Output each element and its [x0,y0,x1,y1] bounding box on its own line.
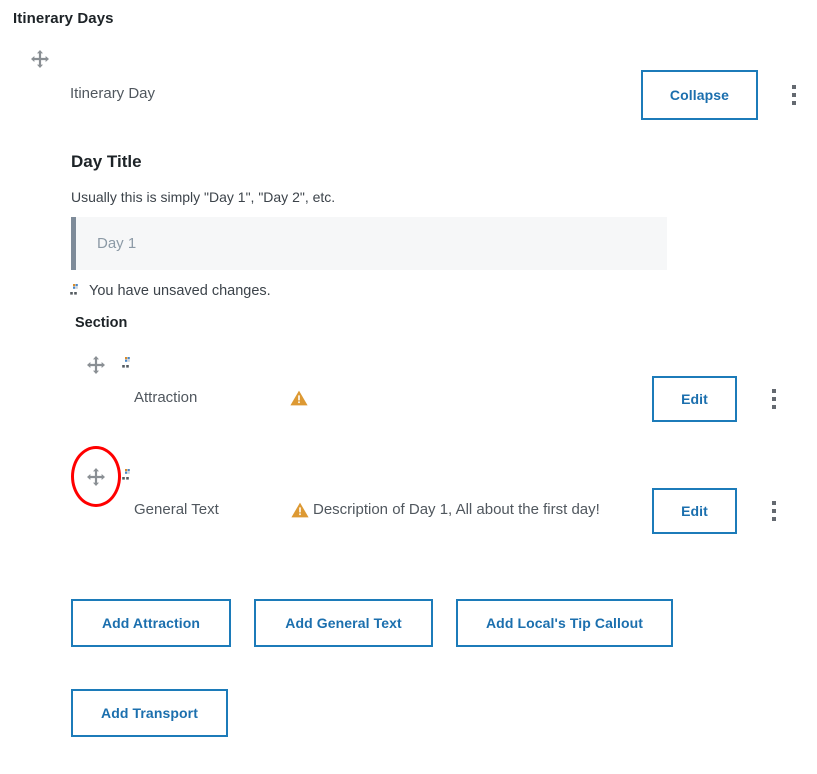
itinerary-day-drag-handle[interactable] [30,49,50,69]
kebab-menu-icon [772,501,776,505]
broken-image-icon [121,468,135,484]
drag-move-icon[interactable] [30,49,50,69]
kebab-menu-icon [772,509,776,513]
section-heading: Section [75,315,128,331]
attraction-drag-handle[interactable] [86,355,106,375]
kebab-menu-icon [792,93,796,97]
general-text-status-icon [121,468,135,489]
day-title-heading: Day Title [71,152,142,171]
drag-move-icon[interactable] [86,355,106,375]
day-title-input-wrapper[interactable] [71,217,667,270]
broken-image-icon [69,283,83,299]
add-locals-tip-callout-button[interactable]: Add Local's Tip Callout [456,599,673,647]
kebab-menu-icon [792,85,796,89]
drag-move-icon[interactable] [86,467,106,487]
attraction-status-icon [121,356,135,377]
attraction-menu-button[interactable] [764,386,784,412]
unsaved-changes-text: You have unsaved changes. [89,283,271,299]
add-attraction-button[interactable]: Add Attraction [71,599,231,647]
kebab-menu-icon [772,405,776,409]
warning-triangle-icon [290,390,308,406]
general-text-drag-handle[interactable] [86,467,106,487]
warning-triangle-icon [291,502,309,518]
general-text-menu-button[interactable] [764,498,784,524]
attraction-warning [290,390,308,406]
general-text-row-label: General Text [134,501,219,518]
kebab-menu-icon [772,389,776,393]
general-text-warning [291,502,309,518]
kebab-menu-icon [772,517,776,521]
kebab-menu-icon [772,397,776,401]
day-title-input[interactable] [76,217,667,270]
add-transport-button[interactable]: Add Transport [71,689,228,737]
itinerary-day-menu-button[interactable] [784,82,804,108]
unsaved-changes-notice: You have unsaved changes. [69,283,271,299]
kebab-menu-icon [792,101,796,105]
add-general-text-button[interactable]: Add General Text [254,599,433,647]
general-text-preview: Description of Day 1, All about the firs… [313,501,600,518]
broken-image-icon [121,356,135,372]
attraction-row-label: Attraction [134,389,198,406]
attraction-edit-button[interactable]: Edit [652,376,737,422]
page-title: Itinerary Days [13,10,114,27]
general-text-edit-button[interactable]: Edit [652,488,737,534]
itinerary-day-label: Itinerary Day [70,85,156,102]
collapse-button[interactable]: Collapse [641,70,758,120]
day-title-description: Usually this is simply "Day 1", "Day 2",… [71,189,336,205]
